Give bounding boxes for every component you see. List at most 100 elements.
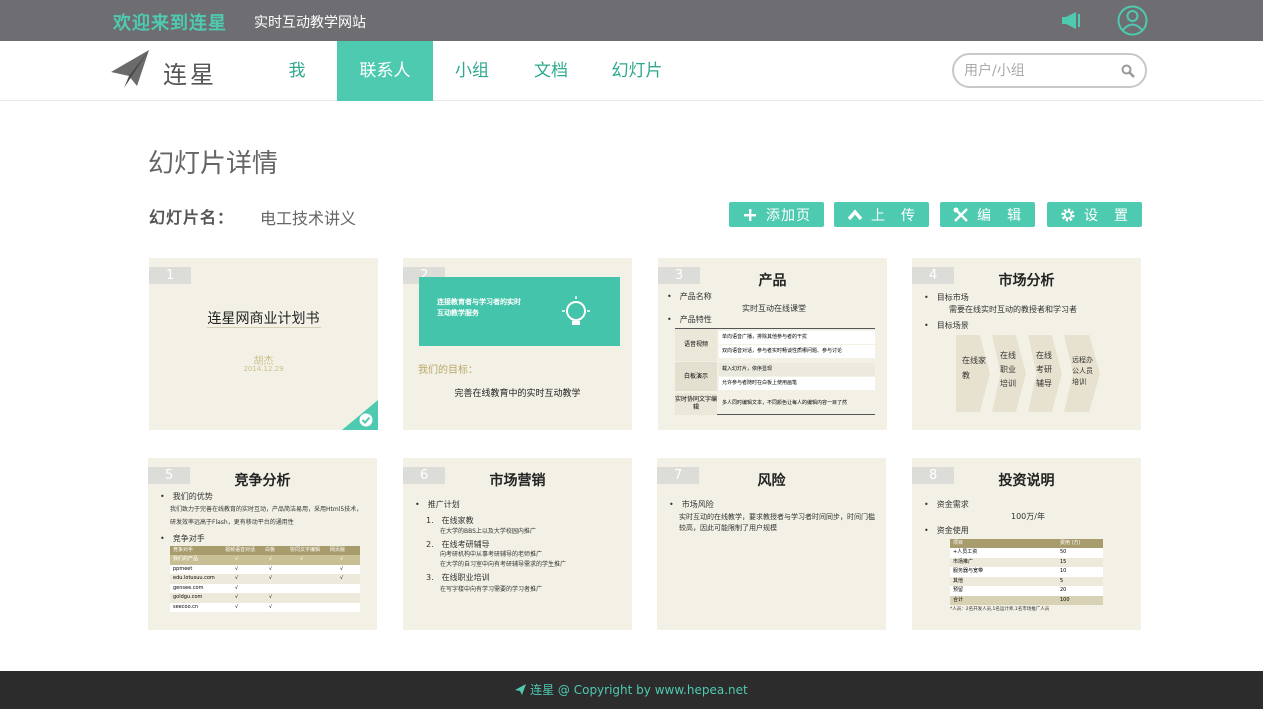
table-row: gensee.com √ <box>170 583 360 593</box>
table-row: edu.lotusuu.com √ √ √ <box>170 574 360 584</box>
slide-thumbnail-7[interactable]: 7 风险 • 市场风险 实时互动的在线教学，要求教授者与学习者时间同步，时间门槛… <box>657 458 886 630</box>
funding-table: 项目 费用 (万) +人员工资 50 市场推广 15 服务器与宽带 10 其他 5 预留… <box>950 539 1103 605</box>
table-cell: 实时协同文字编辑 <box>675 393 717 415</box>
settings-button[interactable]: 设 置 <box>1047 202 1142 227</box>
slide-thumbnail-4[interactable]: 4 市场分析 • 目标市场 需要在线实时互动的教授者和学习者 • 目标场景 在线… <box>912 258 1141 430</box>
settings-label: 设 置 <box>1084 207 1129 224</box>
scene-chevron: 在线家教 <box>956 335 990 412</box>
nav-item-contacts[interactable]: 联系人 <box>337 41 433 101</box>
upload-label: 上 传 <box>871 207 916 224</box>
edit-label: 编 辑 <box>977 207 1022 224</box>
edit-button[interactable]: 编 辑 <box>940 202 1035 227</box>
slide-title: 竞争分析 <box>234 473 291 489</box>
slide-thumbnail-3[interactable]: 3 产品 • 产品名称 实时互动在线课堂 • 产品特性 语音视频 单向语音广播，… <box>658 258 887 430</box>
slide-thumbnail-8[interactable]: 8 投资说明 • 资金需求 100万/年 • 资金使用 项目 费用 (万) +人… <box>912 458 1141 630</box>
lightbulb-icon <box>562 296 590 325</box>
bullet-item: • 我们的优势 <box>160 492 213 501</box>
site-subtitle: 实时互动教学网站 <box>254 15 366 31</box>
table-cell: 双向语音对话，参与者实时畅谈性质哪问题、参与讨论 <box>719 345 875 358</box>
slide-name-value: 电工技术讲义 <box>260 209 357 228</box>
upload-button[interactable]: 上 传 <box>834 202 929 227</box>
table-row: seecoo.cn √ √ <box>170 602 360 612</box>
scene-chevron: 在线职业培训 <box>992 335 1026 412</box>
goal-text: 完善在线教育中的实时互动教学 <box>454 389 581 399</box>
search-icon[interactable] <box>1121 64 1135 78</box>
table-cell: 白板演示 <box>675 362 717 391</box>
slide-name-label: 幻灯片名： <box>149 208 235 227</box>
nav-item-documents[interactable]: 文档 <box>527 41 575 101</box>
bullet-item: • 市场风险 <box>669 500 714 509</box>
footer: 连星 @ Copyright by www.hepea.net <box>0 671 1263 709</box>
bullet-item: • 资金使用 <box>924 526 969 535</box>
feature-table: 语音视频 单向语音广播，排除其他参与者的干扰 双向语音对话，参与者实时畅谈性质哪… <box>675 328 875 415</box>
bullet-item: • 推广计划 <box>415 500 460 509</box>
chevron-up-icon <box>847 208 863 220</box>
slide-thumbnail-1[interactable]: 1 连星网商业计划书 胡杰 2014.12.29 <box>149 258 378 430</box>
table-header: 白板 <box>265 547 276 553</box>
logo-text[interactable]: 连星 <box>163 55 217 90</box>
nav-item-groups[interactable]: 小组 <box>448 41 496 101</box>
table-row: 市场推广 15 <box>950 557 1103 567</box>
plan-heading: 3. 在线职业培训 <box>426 573 490 582</box>
slide-title: 市场分析 <box>998 273 1055 289</box>
paper-plane-logo-icon[interactable] <box>111 50 149 88</box>
scene-chevron: 远程办公人员培训 <box>1064 335 1100 412</box>
top-bar: 欢迎来到连星 实时互动教学网站 <box>0 0 1263 41</box>
goal-label: 我们的目标： <box>418 365 478 376</box>
bullet-item: • 目标场景 <box>924 321 969 330</box>
table-cell: 载入幻灯片，依序显现 <box>719 363 875 376</box>
add-page-button[interactable]: 添加页 <box>729 202 824 227</box>
footer-text[interactable]: 连星 @ Copyright by www.hepea.net <box>530 683 748 697</box>
table-row: 我们的产品 √ √ √ √ <box>170 555 360 565</box>
table-cell: 允许参与者随时在白板上使用画笔 <box>719 377 875 390</box>
table-row: +人员工资 50 <box>950 548 1103 558</box>
table-note: *人员：2名开发人员,1名运计师,1名市场推广人员 <box>950 607 1050 612</box>
slide-thumbnail-2[interactable]: 2 连接教育者与学习者的实时互动教学服务 我们的目标： 完善在线教育中的实时互动… <box>403 258 632 430</box>
bullet-item: • 资金需求 <box>924 500 969 509</box>
slide-title: 产品 <box>758 273 787 289</box>
nav-item-me[interactable]: 我 <box>277 41 317 101</box>
table-row: goldgu.com √ √ <box>170 593 360 603</box>
table-header: 协同文字编辑 <box>290 547 321 553</box>
table-header: 网页版 <box>330 547 346 553</box>
plan-detail: 向考研机构中从事考研辅导的老师推广 在大学的自习室中向有考研辅导需求的学生推广 <box>440 551 567 568</box>
user-profile-icon[interactable] <box>1117 5 1148 36</box>
slide-banner: 连接教育者与学习者的实时互动教学服务 <box>419 277 620 346</box>
table-cell: 多人同时编辑文本，不同颜色让每人的编辑内容一目了然 <box>722 400 848 406</box>
product-name: 实时互动在线课堂 <box>742 304 806 313</box>
megaphone-icon[interactable] <box>1060 12 1082 29</box>
search-input[interactable] <box>964 61 1114 81</box>
plus-icon <box>744 208 756 221</box>
slide-title: 风险 <box>757 473 786 489</box>
scene-chevron: 在线考研辅导 <box>1028 335 1062 412</box>
slide-thumbnail-6[interactable]: 6 市场营销 • 推广计划 1. 在线家教 在大学的BBS上以及大学校园内推广 … <box>403 458 632 630</box>
table-cell: 语音视频 <box>675 329 717 361</box>
table-header: 竞争对手 <box>173 547 194 553</box>
table-header: 费用 (万) <box>1060 540 1081 546</box>
slide-date: 2014.12.29 <box>243 365 284 373</box>
advantage-text: 我们致力于完善在线教育的实时互动，产品简洁易用，采用Html5技术，研发效率远高… <box>170 506 363 526</box>
bullet-item: • 产品名称 <box>667 292 712 301</box>
table-header: 视频语音对话 <box>225 547 256 553</box>
table-row: 服务器与宽带 10 <box>950 567 1103 577</box>
slide-number: 1 <box>149 267 191 284</box>
bullet-item: • 产品特性 <box>667 315 712 324</box>
nav-item-slides[interactable]: 幻灯片 <box>606 41 668 101</box>
competitor-table: 竞争对手 视频语音对话 白板 协同文字编辑 网页版 我们的产品 √ √ √ √ ppme… <box>170 546 360 612</box>
funding-amount: 100万/年 <box>1011 512 1045 521</box>
table-row: ppmeet √ √ √ <box>170 564 360 574</box>
table-row: 合计 100 <box>950 595 1103 605</box>
search-box <box>952 53 1147 88</box>
table-cell: 单向语音广播，排除其他参与者的干扰 <box>719 331 875 344</box>
target-market: 需要在线实时互动的教授者和学习者 <box>949 305 1077 314</box>
table-row: 预留 20 <box>950 586 1103 596</box>
gear-icon <box>1061 208 1075 221</box>
selected-check-icon <box>342 400 378 430</box>
slide-title: 市场营销 <box>489 473 546 489</box>
add-page-label: 添加页 <box>766 207 811 224</box>
plan-detail: 在大学的BBS上以及大学校园内推广 <box>440 528 536 535</box>
slide-thumbnail-5[interactable]: 5 竞争分析 • 我们的优势 我们致力于完善在线教育的实时互动，产品简洁易用，采… <box>148 458 377 630</box>
title-divider <box>207 327 321 328</box>
slide-title: 连星网商业计划书 <box>207 311 320 327</box>
page-title: 幻灯片详情 <box>148 149 279 179</box>
